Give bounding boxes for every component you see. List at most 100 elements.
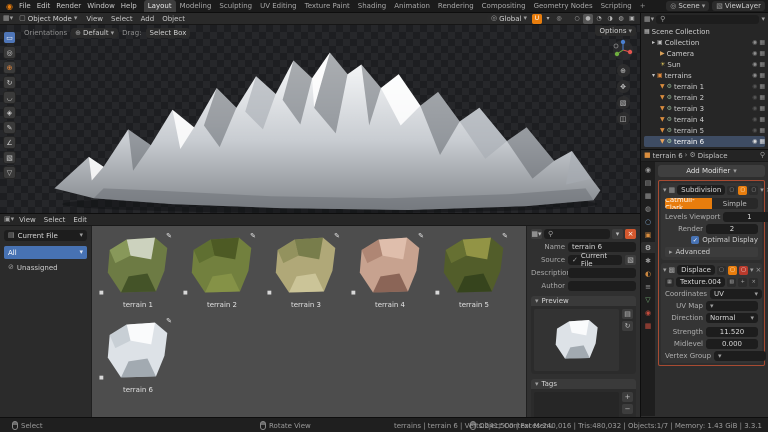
- measure-tool-icon[interactable]: ∠: [3, 136, 16, 149]
- snap-magnet-icon[interactable]: U: [532, 14, 542, 24]
- viewport-menu-view[interactable]: View: [83, 15, 106, 23]
- transform-orientation-selector[interactable]: ◎ Global▾: [487, 14, 531, 24]
- outliner-row-terrains[interactable]: ▾▣ terrains ◉▦: [644, 70, 765, 81]
- catalog-unassigned[interactable]: ⊘ Unassigned: [4, 261, 87, 274]
- select-box-tool-icon[interactable]: ▭: [3, 31, 16, 44]
- add-tag-button[interactable]: +: [622, 392, 633, 402]
- coordinates-dropdown[interactable]: UV▾: [710, 289, 762, 299]
- advanced-subpanel[interactable]: ▸Advanced: [665, 247, 758, 257]
- tab-rendering[interactable]: Rendering: [434, 0, 478, 12]
- outliner-row-terrain-5[interactable]: ▼ ⚙ terrain 5 ◉▦: [644, 125, 765, 136]
- tab-compositing[interactable]: Compositing: [478, 0, 530, 12]
- render-levels-field[interactable]: 2: [706, 224, 758, 234]
- menu-render[interactable]: Render: [53, 2, 84, 10]
- hide-eye-icon[interactable]: ◉: [752, 116, 757, 123]
- asset-terrain-3[interactable]: ✎ ■ terrain 3: [270, 234, 342, 309]
- asset-name-field[interactable]: terrain 6: [568, 242, 636, 252]
- edit-mode-toggle-icon[interactable]: ▢: [727, 186, 736, 195]
- asset-menu-edit[interactable]: Edit: [70, 216, 90, 224]
- catalog-all[interactable]: All ▾: [4, 246, 87, 259]
- display-mode-button[interactable]: ▦▾: [531, 229, 542, 239]
- asset-browser-editor-icon[interactable]: ▣▾: [4, 216, 14, 223]
- shading-solid-icon[interactable]: ●: [583, 14, 593, 24]
- overlays-icon[interactable]: ◍: [616, 14, 626, 24]
- hide-eye-icon[interactable]: ◉: [752, 105, 757, 112]
- tab-sculpting[interactable]: Sculpting: [215, 0, 256, 12]
- asset-menu-select[interactable]: Select: [41, 216, 69, 224]
- realtime-toggle-icon[interactable]: ▢: [728, 266, 737, 275]
- viewport-3d[interactable]: Orientations ⊕ Default▾ Drag: Select Box…: [0, 25, 640, 213]
- texture-field[interactable]: Texture.004: [676, 277, 725, 287]
- hide-eye-icon[interactable]: ◉: [752, 94, 757, 101]
- modifier-menu-icon[interactable]: ▾: [750, 267, 754, 274]
- strength-field[interactable]: 11.520: [706, 327, 758, 337]
- render-toggle-icon[interactable]: ▢: [749, 186, 758, 195]
- tab-shading[interactable]: Shading: [354, 0, 390, 12]
- disable-render-icon[interactable]: ▦: [759, 127, 765, 134]
- outliner-row-collection[interactable]: ▸▣ Collection ◉▦: [644, 37, 765, 48]
- tab-render-props[interactable]: ◉: [642, 164, 654, 175]
- tab-material-props[interactable]: ◉: [642, 307, 654, 318]
- add-cube-tool-icon[interactable]: ▧: [3, 151, 16, 164]
- asset-terrain-5[interactable]: ✎ ■ terrain 5: [438, 234, 510, 309]
- tab-modifier-props[interactable]: ⚙: [641, 242, 655, 253]
- shading-wireframe-icon[interactable]: ○: [572, 14, 582, 24]
- tab-physics-props[interactable]: ◐: [642, 268, 654, 279]
- snap-dropdown-icon[interactable]: ▾: [543, 14, 553, 24]
- annotate-tool-icon[interactable]: ✎: [3, 121, 16, 134]
- asset-description-field[interactable]: [568, 268, 636, 278]
- add-modifier-button[interactable]: Add Modifier▾: [658, 165, 765, 177]
- extra-tool-icon[interactable]: ▽: [3, 166, 16, 179]
- asset-terrain-4[interactable]: ✎ ■ terrain 4: [354, 234, 426, 309]
- hide-eye-icon[interactable]: ◉: [752, 83, 757, 90]
- tab-scene-props[interactable]: ◍: [642, 203, 654, 214]
- tab-layout[interactable]: Layout: [144, 0, 176, 12]
- disable-render-icon[interactable]: ▦: [759, 50, 765, 57]
- orientation-dropdown[interactable]: ⊕ Default▾: [71, 28, 118, 38]
- scale-tool-icon[interactable]: ◡: [3, 91, 16, 104]
- outliner-row-terrain-4[interactable]: ▼ ⚙ terrain 4 ◉▦: [644, 114, 765, 125]
- perspective-toggle-icon[interactable]: ◫: [617, 112, 630, 125]
- menu-help[interactable]: Help: [118, 2, 140, 10]
- outliner-row-terrain-1[interactable]: ▼ ⚙ terrain 1 ◉▦: [644, 81, 765, 92]
- rotate-tool-icon[interactable]: ↻: [3, 76, 16, 89]
- viewport-menu-object[interactable]: Object: [159, 15, 188, 23]
- drag-tool-dropdown[interactable]: Select Box: [146, 28, 191, 38]
- outliner-row-sun[interactable]: ☀ Sun ◉▦: [644, 59, 765, 70]
- expand-icon[interactable]: ▾: [663, 187, 667, 194]
- camera-view-icon[interactable]: ▧: [617, 96, 630, 109]
- preview-browse-button[interactable]: ▤: [622, 309, 633, 319]
- close-sidebar-button[interactable]: ×: [625, 229, 636, 239]
- viewport-menu-select[interactable]: Select: [108, 15, 136, 23]
- outliner-row-terrain-2[interactable]: ▼ ⚙ terrain 2 ◉▦: [644, 92, 765, 103]
- tab-geometry-nodes[interactable]: Geometry Nodes: [530, 0, 597, 12]
- modifier-menu-icon[interactable]: ▾: [760, 187, 764, 194]
- modifier-name-field[interactable]: Subdivision: [677, 185, 725, 195]
- render-toggle-icon[interactable]: ▢: [739, 266, 748, 275]
- tab-constraints-props[interactable]: ≡: [642, 281, 654, 292]
- tab-particles-props[interactable]: ✱: [642, 255, 654, 266]
- preview-panel-header[interactable]: ▾Preview: [531, 296, 636, 306]
- disable-render-icon[interactable]: ▦: [759, 39, 765, 46]
- view-layer-selector[interactable]: ▧ ViewLayer: [712, 1, 765, 11]
- shading-material-icon[interactable]: ◔: [594, 14, 604, 24]
- disable-render-icon[interactable]: ▦: [759, 94, 765, 101]
- move-tool-icon[interactable]: ⊕: [3, 61, 16, 74]
- disable-render-icon[interactable]: ▦: [759, 83, 765, 90]
- disable-render-icon[interactable]: ▦: [759, 61, 765, 68]
- disable-render-icon[interactable]: ▦: [759, 72, 765, 79]
- filter-button[interactable]: ▾: [612, 229, 623, 239]
- direction-dropdown[interactable]: Normal▾: [706, 313, 758, 323]
- xray-icon[interactable]: ▣: [627, 14, 637, 24]
- tab-output-props[interactable]: ▤: [642, 177, 654, 188]
- tags-panel-header[interactable]: ▾Tags: [531, 379, 636, 389]
- tab-texture-paint[interactable]: Texture Paint: [301, 0, 354, 12]
- expand-icon[interactable]: ▾: [663, 267, 667, 274]
- asset-source-dropdown[interactable]: ▤ Current File ▾: [4, 230, 87, 241]
- outliner-row-camera[interactable]: ▶ Camera ◉▦: [644, 48, 765, 59]
- editor-type-icon[interactable]: ▦▾: [3, 15, 13, 22]
- asset-author-field[interactable]: [568, 281, 636, 291]
- asset-terrain-1[interactable]: ✎ ■ terrain 1: [102, 234, 174, 309]
- vertex-group-field[interactable]: ▾: [714, 351, 766, 361]
- hide-eye-icon[interactable]: ◉: [752, 138, 757, 145]
